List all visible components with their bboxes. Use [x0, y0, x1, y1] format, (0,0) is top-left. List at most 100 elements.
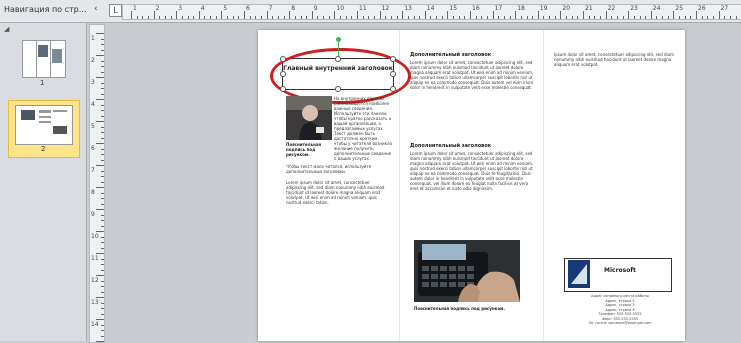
ruler-number: 9 — [313, 5, 318, 12]
ruler-number: 6 — [91, 145, 95, 152]
ruler-tick — [277, 16, 279, 19]
ruler-tick — [566, 16, 568, 19]
ruler-tick — [101, 308, 104, 309]
ruler-tick — [470, 11, 471, 19]
ruler-tick — [396, 16, 398, 19]
intro-text[interactable]: На внутренних панелях рассказывается наи… — [334, 96, 392, 174]
ruler-tick — [101, 104, 104, 106]
resize-handle[interactable] — [280, 56, 286, 62]
ruler-tick — [101, 302, 104, 304]
ruler-tick — [101, 137, 104, 139]
ruler-tick — [101, 264, 104, 265]
photo-caption: Пояснительная подпись под рисунком. — [286, 142, 322, 157]
ruler-tick — [96, 143, 104, 144]
body-text[interactable]: Чтобы текст мало читался, используйте до… — [286, 164, 391, 176]
ruler-number: 19 — [539, 5, 548, 12]
ruler-number: 27 — [720, 5, 729, 12]
ruler-tick — [142, 16, 144, 19]
page-thumbnail-2[interactable]: 2 — [8, 100, 80, 158]
ruler-tick — [204, 16, 206, 19]
ruler-tick — [543, 16, 545, 19]
ruler-number: 8 — [291, 5, 296, 12]
ruler-tick — [260, 16, 262, 19]
ruler-number: 8 — [91, 189, 95, 196]
ruler-tick — [96, 99, 104, 100]
ruler-tick — [101, 71, 104, 73]
resize-handle[interactable] — [280, 71, 286, 77]
ruler-number: 1 — [91, 35, 95, 42]
rotate-handle[interactable] — [336, 37, 341, 42]
ruler-tick — [441, 16, 443, 19]
ruler-tick — [492, 11, 494, 19]
ruler-tick — [323, 16, 325, 19]
ruler-tick — [101, 66, 104, 67]
ruler-number: 20 — [562, 5, 571, 12]
ruler-tick — [221, 11, 223, 19]
contact-info[interactable]: Адрес основного места работы Адрес, стро… — [574, 294, 666, 326]
resize-handle[interactable] — [280, 86, 286, 92]
ruler-tick — [407, 16, 409, 19]
ruler-tick — [729, 16, 731, 19]
ruler-tick — [498, 16, 500, 19]
lorem-paragraph[interactable]: Ipsum dolor sit amet, consectetuer adipi… — [554, 52, 676, 76]
ruler-tick — [96, 55, 104, 56]
vertical-ruler[interactable]: 123456789101112131415 — [89, 24, 105, 343]
ruler-tick — [96, 121, 104, 122]
ruler-number: 2 — [91, 57, 95, 64]
ruler-tick — [101, 159, 104, 161]
ruler-tick — [475, 16, 477, 19]
ruler-tick — [96, 319, 104, 320]
chevron-left-icon[interactable]: ‹ — [94, 4, 98, 14]
keyboard-photo[interactable] — [414, 240, 520, 302]
ruler-tick — [101, 93, 104, 95]
ruler-number: 4 — [200, 5, 205, 12]
resize-handle[interactable] — [335, 86, 341, 92]
resize-handle[interactable] — [335, 56, 341, 62]
woman-photo[interactable] — [286, 96, 332, 140]
ruler-tick — [101, 214, 104, 216]
ruler-number: 9 — [91, 211, 95, 218]
ruler-number: 26 — [698, 5, 706, 12]
resize-handle[interactable] — [390, 86, 396, 92]
ruler-tick — [599, 16, 601, 19]
subheading[interactable]: Дополнительный заголовок — [410, 143, 491, 149]
ruler-tick — [101, 203, 104, 205]
ruler-tick — [684, 16, 686, 19]
ruler-tick — [101, 88, 104, 89]
ruler-tick — [628, 11, 630, 19]
ruler-tick — [390, 16, 392, 19]
ruler-tick — [701, 16, 703, 19]
ruler-number: 11 — [359, 5, 367, 12]
horizontal-ruler[interactable]: 1 2 3 4 5 6 7 8 9 10 11 12 13 14 15 16 17 18 19 20 21 22 23 24 2… — [122, 4, 741, 20]
ruler-number: 2 — [155, 5, 160, 12]
lorem-paragraph[interactable]: Lorem ipsum dolor sit amet, consectetuer… — [410, 151, 534, 233]
ruler-tick — [101, 110, 104, 111]
ruler-tick — [101, 192, 104, 194]
ruler-tick — [101, 148, 104, 150]
ruler-tick — [193, 16, 195, 19]
subheading[interactable]: Дополнительный заголовок — [410, 52, 491, 58]
ruler-tick — [650, 11, 652, 19]
ruler-tick — [238, 16, 240, 19]
ruler-tick — [187, 16, 189, 19]
ruler-tick — [351, 16, 353, 19]
ruler-tick — [101, 324, 104, 326]
lorem-paragraph[interactable]: Lorem ipsum dolor sit amet, consectetuer… — [286, 180, 391, 226]
resize-handle[interactable] — [390, 56, 396, 62]
ruler-tab-selector[interactable]: L — [109, 4, 122, 17]
ruler-tick — [424, 11, 426, 19]
resize-handle[interactable] — [390, 71, 396, 77]
document-page[interactable]: Главный внутренний заголовок Пояснительн… — [258, 30, 685, 341]
ruler-tick — [101, 82, 104, 84]
collapse-arrow-icon[interactable]: ◢ — [4, 25, 9, 33]
page-thumbnail-1[interactable]: 1 — [12, 35, 74, 90]
ruler-tick — [605, 11, 607, 19]
rotate-line — [338, 42, 339, 56]
ruler-tick — [402, 11, 404, 19]
ruler-number: 3 — [178, 5, 183, 12]
ruler-tick — [481, 16, 483, 19]
ruler-tick — [645, 16, 647, 19]
lorem-paragraph[interactable]: Lorem ipsum dolor sit amet, consectetuer… — [410, 60, 534, 141]
ruler-tick — [101, 280, 104, 282]
ruler-tick — [345, 16, 347, 19]
